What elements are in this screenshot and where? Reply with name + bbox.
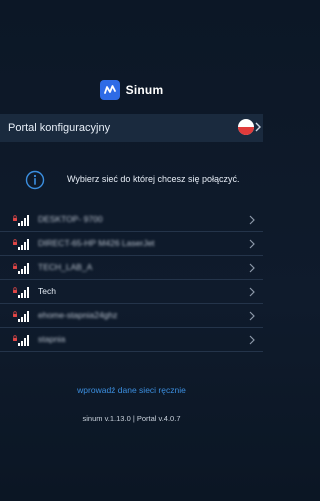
chevron-right-icon (249, 311, 255, 321)
info-row: Wybierz sieć do której chcesz się połącz… (0, 162, 263, 198)
network-name: DESKTOP- 9700 (38, 214, 103, 224)
chevron-right-icon[interactable] (254, 121, 262, 133)
wifi-locked-icon (13, 215, 29, 226)
app-screen: Sinum Portal konfiguracyjny Wybierz sieć… (0, 0, 263, 501)
info-icon (25, 170, 45, 190)
network-item[interactable]: DIRECT-65-HP M426 LaserJet (0, 232, 263, 256)
network-item[interactable]: Tech (0, 280, 263, 304)
wifi-locked-icon (13, 263, 29, 274)
logo-text: Sinum (125, 83, 164, 97)
poland-flag-icon[interactable] (238, 119, 254, 135)
wifi-locked-icon (13, 287, 29, 298)
info-text: Wybierz sieć do której chcesz się połącz… (67, 174, 240, 184)
network-name: TECH_LAB_A (38, 262, 93, 272)
wifi-locked-icon (13, 335, 29, 346)
wifi-locked-icon (13, 311, 29, 322)
manual-network-link[interactable]: wprowadź dane sieci ręcznie (0, 385, 263, 395)
network-name: DIRECT-65-HP M426 LaserJet (38, 238, 155, 248)
network-item[interactable]: DESKTOP- 9700 (0, 208, 263, 232)
chevron-right-icon (249, 287, 255, 297)
chevron-right-icon (249, 239, 255, 249)
sinum-logo-icon (99, 80, 120, 100)
network-item[interactable]: stapnia (0, 328, 263, 352)
portal-title: Portal konfiguracyjny (8, 122, 111, 134)
chevron-right-icon (249, 215, 255, 225)
network-item[interactable]: ehome-stapnia24ghz (0, 304, 263, 328)
wifi-locked-icon (13, 239, 29, 250)
network-item[interactable]: TECH_LAB_A (0, 256, 263, 280)
version-text: sinum v.1.13.0 | Portal v.4.0.7 (82, 414, 181, 423)
sinum-logo: Sinum (0, 80, 263, 100)
chevron-right-icon (249, 263, 255, 273)
network-name: Tech (38, 286, 56, 296)
portal-bar[interactable]: Portal konfiguracyjny (0, 114, 263, 142)
network-name: ehome-stapnia24ghz (38, 310, 118, 320)
network-list: DESKTOP- 9700 DIRECT-65-HP M426 LaserJet… (0, 208, 263, 352)
chevron-right-icon (249, 335, 255, 345)
network-name: stapnia (38, 334, 66, 344)
